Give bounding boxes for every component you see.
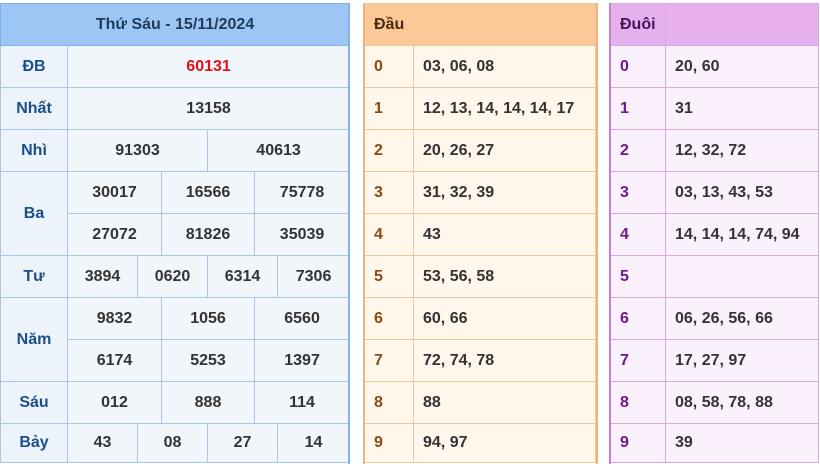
prize-value-sau: 012 bbox=[67, 381, 162, 424]
prize-value-ba: 35039 bbox=[253, 213, 351, 256]
tail-digit: 2 bbox=[610, 129, 666, 172]
head-list: 94, 97 bbox=[413, 423, 596, 463]
head-digit: 2 bbox=[364, 129, 414, 172]
head-list: 88 bbox=[413, 381, 596, 424]
prize-value-ba: 16566 bbox=[161, 171, 255, 214]
prize-value-bay: 08 bbox=[137, 423, 208, 463]
head-digit: 8 bbox=[364, 381, 414, 424]
head-digit: 4 bbox=[364, 213, 414, 256]
prize-value-tu: 7306 bbox=[276, 255, 351, 298]
head-digit: 7 bbox=[364, 339, 414, 382]
prize-label-nam: Năm bbox=[0, 297, 68, 382]
tail-list: 39 bbox=[665, 423, 819, 463]
head-list: 43 bbox=[413, 213, 596, 256]
head-digit: 6 bbox=[364, 297, 414, 340]
tail-list: 08, 58, 78, 88 bbox=[665, 381, 819, 424]
head-list: 31, 32, 39 bbox=[413, 171, 596, 214]
tail-digit: 0 bbox=[610, 45, 666, 88]
prize-value-nam: 6560 bbox=[253, 297, 351, 340]
prize-value-sau: 888 bbox=[161, 381, 255, 424]
prize-value-bay: 27 bbox=[207, 423, 278, 463]
prize-value-nhat: 13158 bbox=[66, 87, 351, 130]
head-list: 12, 13, 14, 14, 14, 17 bbox=[413, 87, 596, 130]
tail-digit: 3 bbox=[610, 171, 666, 214]
prize-value-tu: 0620 bbox=[137, 255, 208, 298]
prize-value-ba: 30017 bbox=[67, 171, 162, 214]
tail-list: 17, 27, 97 bbox=[665, 339, 819, 382]
prize-value-nhi: 40613 bbox=[206, 129, 351, 172]
tail-digit: 4 bbox=[610, 213, 666, 256]
prize-value-sau: 114 bbox=[253, 381, 351, 424]
prize-value-ba: 27072 bbox=[67, 213, 162, 256]
prize-value-ba: 81826 bbox=[161, 213, 255, 256]
prize-label-db: ĐB bbox=[0, 45, 68, 88]
prize-value-nam: 1056 bbox=[161, 297, 255, 340]
prize-value-nhi: 91303 bbox=[67, 129, 208, 172]
head-digit: 3 bbox=[364, 171, 414, 214]
tail-digit: 1 bbox=[610, 87, 666, 130]
tail-list: 12, 32, 72 bbox=[665, 129, 819, 172]
tail-digit-table: Đuôi 0 20, 60 1 31 2 12, 32, 72 3 03, 13, 43… bbox=[610, 3, 819, 463]
prize-value-ba: 75778 bbox=[253, 171, 351, 214]
head-digit: 1 bbox=[364, 87, 414, 130]
prize-label-bay: Bảy bbox=[0, 423, 68, 463]
tail-digit: 6 bbox=[610, 297, 666, 340]
tail-list: 14, 14, 14, 74, 94 bbox=[665, 213, 819, 256]
results-title: Thứ Sáu - 15/11/2024 bbox=[0, 3, 351, 46]
tail-list: 06, 26, 56, 66 bbox=[665, 297, 819, 340]
tail-digit: 5 bbox=[610, 255, 666, 298]
tail-digit: 7 bbox=[610, 339, 666, 382]
head-digit-table: Đầu 0 03, 06, 08 1 12, 13, 14, 14, 14, 17 … bbox=[364, 3, 596, 463]
head-list: 03, 06, 08 bbox=[413, 45, 596, 88]
tail-list bbox=[665, 255, 819, 298]
prize-value-tu: 3894 bbox=[67, 255, 138, 298]
head-digit: 5 bbox=[364, 255, 414, 298]
prize-label-ba: Ba bbox=[0, 171, 68, 256]
prize-value-nam: 9832 bbox=[67, 297, 162, 340]
tail-header-blank bbox=[665, 3, 819, 46]
head-digit: 0 bbox=[364, 45, 414, 88]
head-list: 72, 74, 78 bbox=[413, 339, 596, 382]
tail-list: 20, 60 bbox=[665, 45, 819, 88]
prize-label-sau: Sáu bbox=[0, 381, 68, 424]
prize-value-db: 60131 bbox=[66, 45, 351, 88]
prize-value-bay: 43 bbox=[67, 423, 138, 463]
tail-digit: 8 bbox=[610, 381, 666, 424]
prize-value-nam: 5253 bbox=[161, 339, 255, 382]
prize-value-tu: 6314 bbox=[207, 255, 278, 298]
lottery-results-table: Thứ Sáu - 15/11/2024 ĐB 60131 Nhất 13158… bbox=[0, 3, 351, 463]
tail-header-label: Đuôi bbox=[610, 3, 666, 46]
tail-digit: 9 bbox=[610, 423, 666, 463]
head-header-blank bbox=[413, 3, 596, 46]
prize-label-tu: Tư bbox=[0, 255, 68, 298]
head-list: 53, 56, 58 bbox=[413, 255, 596, 298]
prize-label-nhat: Nhất bbox=[0, 87, 68, 130]
head-list: 20, 26, 27 bbox=[413, 129, 596, 172]
prize-value-nam: 1397 bbox=[253, 339, 351, 382]
head-digit: 9 bbox=[364, 423, 414, 463]
tail-list: 03, 13, 43, 53 bbox=[665, 171, 819, 214]
tail-list: 31 bbox=[665, 87, 819, 130]
head-list: 60, 66 bbox=[413, 297, 596, 340]
prize-label-nhi: Nhì bbox=[0, 129, 68, 172]
prize-value-bay: 14 bbox=[276, 423, 351, 463]
head-header-label: Đầu bbox=[364, 3, 414, 46]
prize-value-nam: 6174 bbox=[67, 339, 162, 382]
